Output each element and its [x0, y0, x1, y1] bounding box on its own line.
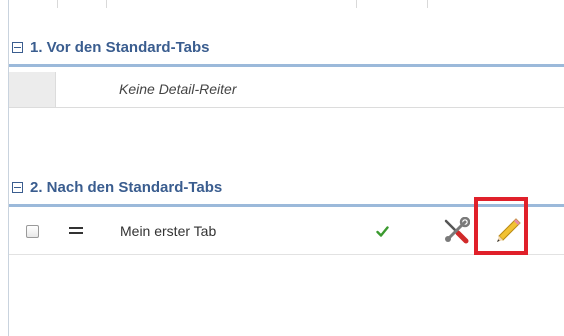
column-separator: [57, 0, 58, 8]
column-separator: [356, 0, 357, 8]
collapse-icon[interactable]: [12, 41, 23, 53]
edit-highlight-box: [474, 197, 528, 255]
tools-icon[interactable]: [442, 217, 470, 245]
section-title: 1. Vor den Standard-Tabs: [30, 38, 210, 56]
column-header-strip: [0, 0, 564, 8]
row-gutter: [9, 72, 56, 107]
drag-handle-icon[interactable]: [69, 227, 83, 234]
tab-name: Mein erster Tab: [120, 223, 217, 239]
empty-row: Keine Detail-Reiter: [9, 72, 564, 108]
section-header-before-standard[interactable]: 1. Vor den Standard-Tabs: [9, 30, 564, 67]
column-separator: [106, 0, 107, 8]
checkmark-icon: [376, 226, 389, 237]
collapse-icon[interactable]: [12, 181, 23, 193]
column-separator: [427, 0, 428, 8]
empty-message: Keine Detail-Reiter: [119, 81, 237, 97]
row-checkbox[interactable]: [26, 225, 39, 238]
section-title: 2. Nach den Standard-Tabs: [30, 178, 223, 196]
